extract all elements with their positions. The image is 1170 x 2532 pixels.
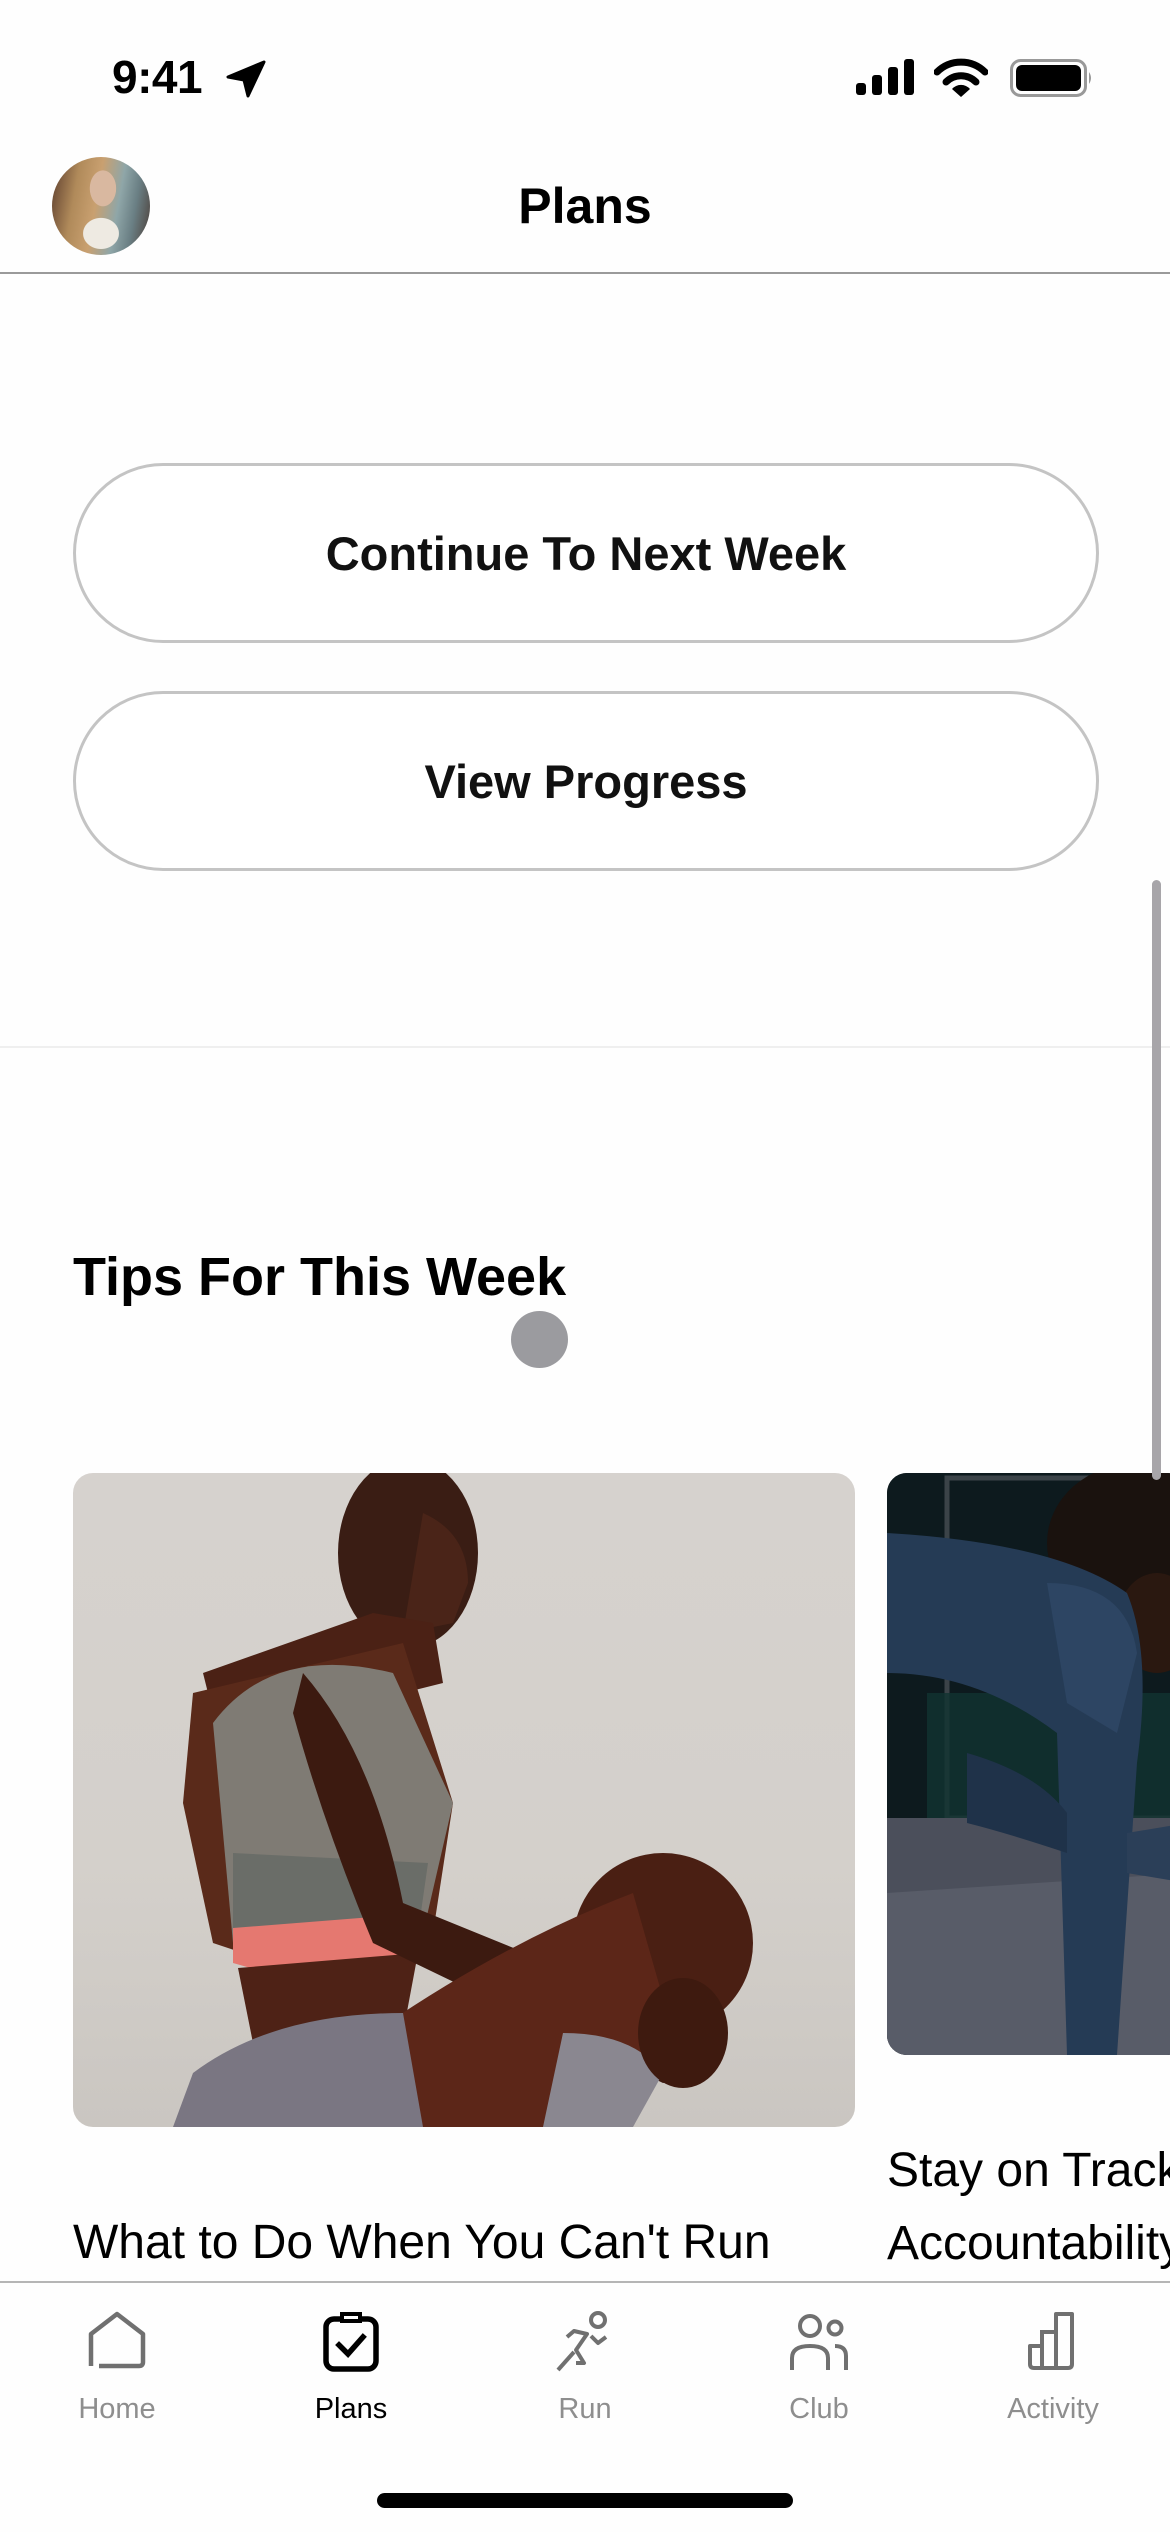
tab-label: Run bbox=[558, 2393, 612, 2425]
tab-label: Home bbox=[78, 2393, 156, 2425]
tip-card-title-line: Stay on Track bbox=[887, 2144, 1170, 2197]
tab-label: Club bbox=[789, 2393, 849, 2425]
clipboard-check-icon bbox=[323, 2312, 379, 2372]
tab-club[interactable]: Club bbox=[702, 2295, 936, 2445]
athlete-stretching-photo bbox=[173, 1473, 753, 2127]
touch-indicator bbox=[511, 1311, 568, 1368]
tab-run[interactable]: Run bbox=[468, 2295, 702, 2445]
scrollbar[interactable] bbox=[1152, 880, 1161, 1480]
wifi-icon bbox=[934, 58, 988, 97]
tip-card-title-line: Accountability bbox=[887, 2217, 1170, 2270]
athlete-workout-photo bbox=[887, 1473, 1170, 2055]
tip-card-title[interactable]: What to Do When You Can't Run bbox=[73, 2206, 771, 2279]
home-icon bbox=[88, 2311, 146, 2369]
home-indicator[interactable] bbox=[377, 2493, 793, 2508]
location-arrow-icon bbox=[226, 60, 266, 98]
tip-card-image[interactable] bbox=[887, 1473, 1170, 2055]
cellular-signal-icon bbox=[856, 59, 914, 95]
section-divider bbox=[0, 1046, 1170, 1048]
tab-home[interactable]: Home bbox=[0, 2295, 234, 2445]
battery-icon bbox=[1010, 59, 1091, 97]
continue-to-next-week-button[interactable]: Continue To Next Week bbox=[73, 463, 1099, 643]
tab-bar-divider bbox=[0, 2281, 1170, 2283]
bar-chart-icon bbox=[1028, 2312, 1074, 2370]
tip-card-image[interactable] bbox=[73, 1473, 855, 2127]
tab-label: Activity bbox=[1007, 2393, 1099, 2425]
tab-activity[interactable]: Activity bbox=[936, 2295, 1170, 2445]
tip-card-title[interactable]: Stay on Track Accountability bbox=[887, 2134, 1170, 2280]
people-icon bbox=[790, 2314, 848, 2370]
view-progress-button[interactable]: View Progress bbox=[73, 691, 1099, 871]
section-title: Tips For This Week bbox=[73, 1247, 567, 1307]
header-divider bbox=[0, 272, 1170, 274]
tab-label: Plans bbox=[314, 2393, 388, 2425]
tab-plans[interactable]: Plans bbox=[234, 2295, 468, 2445]
status-time: 9:41 bbox=[112, 51, 203, 103]
runner-icon bbox=[556, 2311, 608, 2372]
page-title: Plans bbox=[518, 178, 652, 234]
